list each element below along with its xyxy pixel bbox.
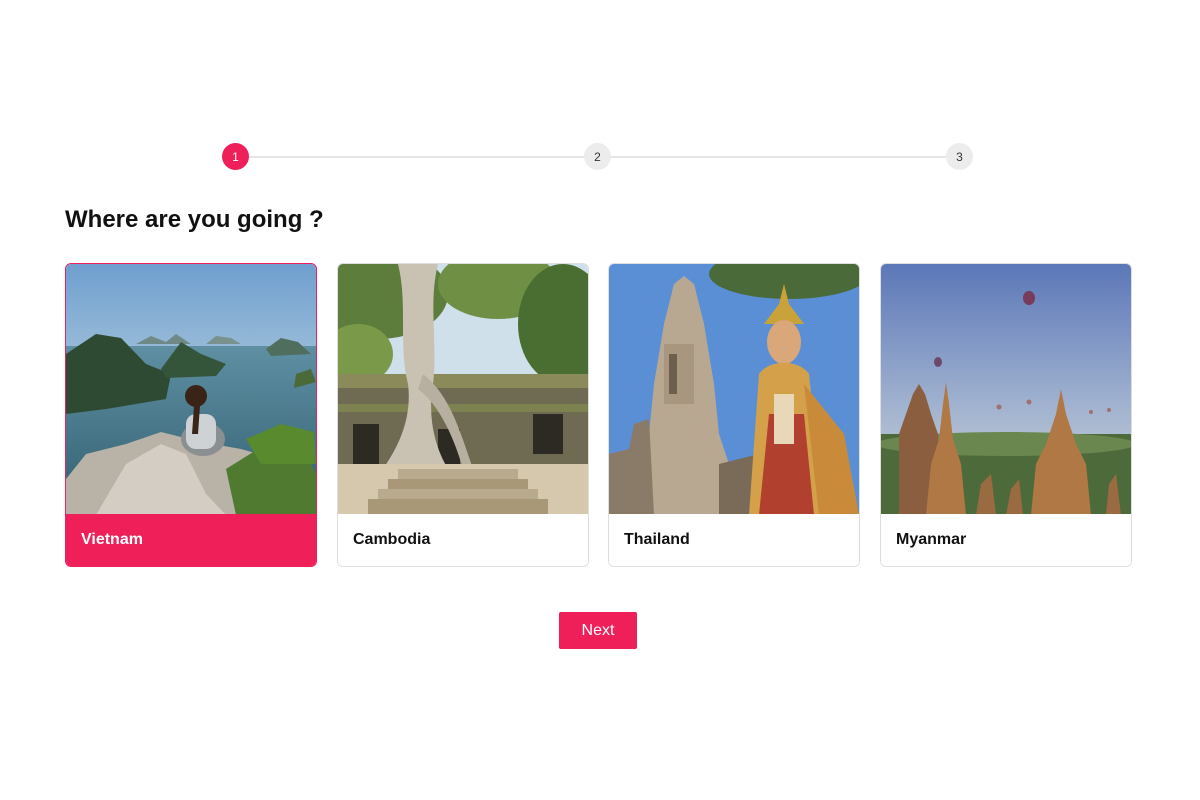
destination-label: Myanmar <box>881 514 1131 566</box>
destination-card-cambodia[interactable]: Cambodia <box>337 263 589 567</box>
destination-label: Thailand <box>609 514 859 566</box>
page: 1 2 3 Where are you going ? Vietnam Camb… <box>0 0 1200 800</box>
destination-label: Cambodia <box>338 514 588 566</box>
destination-label: Vietnam <box>66 514 316 566</box>
vietnam-halong-bay-image <box>66 264 316 515</box>
step-3[interactable]: 3 <box>946 143 973 170</box>
stepper-connector <box>248 156 584 158</box>
next-button[interactable]: Next <box>559 612 637 649</box>
cambodia-temple-ruins-image <box>338 264 588 515</box>
destination-card-myanmar[interactable]: Myanmar <box>880 263 1132 567</box>
progress-stepper: 1 2 3 <box>222 143 974 171</box>
destination-card-thailand[interactable]: Thailand <box>608 263 860 567</box>
stepper-connector <box>610 156 946 158</box>
myanmar-bagan-pagodas-image <box>881 264 1131 515</box>
destination-card-vietnam[interactable]: Vietnam <box>65 263 317 567</box>
step-2[interactable]: 2 <box>584 143 611 170</box>
thailand-temple-dancer-image <box>609 264 859 515</box>
page-title: Where are you going ? <box>65 206 324 233</box>
destination-list: Vietnam Cambodia Thailand Myanmar <box>65 263 1132 568</box>
step-1[interactable]: 1 <box>222 143 249 170</box>
